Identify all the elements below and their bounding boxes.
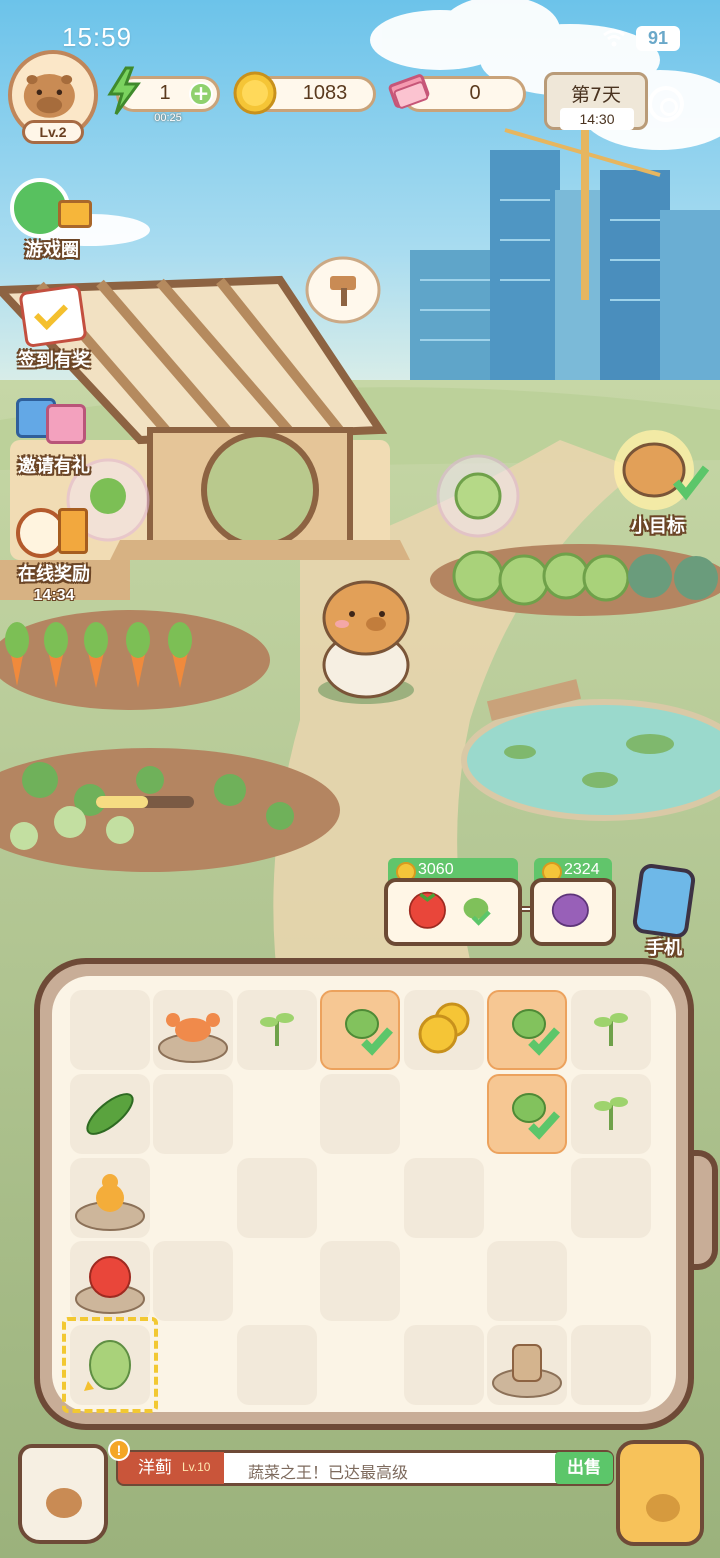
seedling-done-icon bbox=[512, 1009, 560, 1056]
sprout-icon bbox=[260, 1013, 294, 1046]
board-cell[interactable] bbox=[153, 1158, 233, 1238]
wifi-icon bbox=[603, 29, 625, 47]
board-cell[interactable] bbox=[320, 1325, 400, 1405]
seedling-done-icon bbox=[512, 1093, 560, 1140]
suitcase-storage-icon[interactable] bbox=[616, 1440, 704, 1546]
add-energy-button[interactable]: + bbox=[189, 82, 213, 106]
board-cell[interactable] bbox=[487, 1325, 567, 1405]
order-card-2[interactable] bbox=[530, 878, 616, 946]
mini-program-menu-button[interactable] bbox=[648, 86, 684, 122]
cabbage-field bbox=[430, 544, 720, 616]
battery-indicator: 91 bbox=[636, 26, 680, 51]
side-menu-label-game-circle[interactable]: 游戏圈 bbox=[2, 236, 102, 262]
board-cell[interactable] bbox=[487, 1158, 567, 1238]
board-cell[interactable] bbox=[571, 1158, 651, 1238]
board-cell[interactable] bbox=[237, 1241, 317, 1321]
side-menu-label-invite[interactable]: 邀请有礼 bbox=[4, 452, 104, 478]
board-cell[interactable] bbox=[153, 990, 233, 1070]
board-cell[interactable] bbox=[320, 990, 400, 1070]
board-cell[interactable] bbox=[153, 1325, 233, 1405]
board-cell[interactable] bbox=[237, 1325, 317, 1405]
ticket-value: 0 bbox=[469, 82, 481, 104]
board-cell[interactable] bbox=[404, 1241, 484, 1321]
board-handle bbox=[690, 1150, 718, 1270]
board-cell[interactable] bbox=[320, 1158, 400, 1238]
day-label: 第7天 bbox=[570, 84, 622, 106]
order-2-items bbox=[551, 893, 589, 927]
day-time: 14:30 bbox=[560, 108, 634, 130]
build-hint-bubble bbox=[305, 256, 381, 324]
board-cell[interactable] bbox=[404, 1074, 484, 1154]
online-reward-timer: 14:34 bbox=[33, 587, 75, 604]
board-cell[interactable] bbox=[153, 1074, 233, 1154]
board-cell[interactable] bbox=[320, 1074, 400, 1154]
board-cell[interactable] bbox=[571, 1325, 651, 1405]
board-cell[interactable] bbox=[70, 990, 150, 1070]
board-cell[interactable] bbox=[404, 1325, 484, 1405]
status-time: 15:59 bbox=[62, 22, 133, 52]
board-cell[interactable] bbox=[70, 1074, 150, 1154]
board-cell[interactable] bbox=[320, 1241, 400, 1321]
board-cell[interactable] bbox=[487, 1241, 567, 1321]
selection-frame bbox=[62, 1317, 158, 1413]
board-cell[interactable] bbox=[404, 1158, 484, 1238]
board-cell[interactable] bbox=[487, 990, 567, 1070]
capybara-emblem-icon bbox=[46, 1488, 82, 1518]
order-card-1[interactable] bbox=[384, 878, 522, 946]
gift-box-icon bbox=[58, 200, 92, 228]
alert-icon: ! bbox=[108, 1439, 130, 1461]
cucumber-icon bbox=[86, 1093, 134, 1135]
phone-label[interactable]: 手机 bbox=[614, 934, 714, 960]
phone-icon[interactable] bbox=[631, 862, 697, 940]
sprout-icon bbox=[594, 1013, 628, 1046]
sell-button[interactable]: 出售 bbox=[555, 1452, 613, 1484]
board-cell[interactable] bbox=[404, 990, 484, 1070]
selected-item-description: 蔬菜之王！已达最高级 bbox=[248, 1463, 409, 1482]
cabbage-bubble bbox=[436, 454, 520, 538]
crab-icon bbox=[158, 1013, 228, 1063]
sprout-icon bbox=[594, 1097, 628, 1130]
carrot-field bbox=[0, 610, 270, 710]
coin-value: 1083 bbox=[302, 82, 348, 104]
board-cell[interactable] bbox=[237, 990, 317, 1070]
capybara-emblem-icon bbox=[646, 1494, 680, 1522]
seed-bag-icon[interactable] bbox=[18, 1444, 108, 1544]
goal-label[interactable]: 小目标 bbox=[608, 512, 708, 538]
onion-icon bbox=[551, 893, 589, 927]
pear-icon bbox=[75, 1174, 145, 1231]
board-cell[interactable] bbox=[571, 990, 651, 1070]
board-cell[interactable] bbox=[70, 1241, 150, 1321]
reward-gift-icon bbox=[58, 508, 88, 554]
board-cell[interactable] bbox=[571, 1074, 651, 1154]
energy-timer: 00:25 bbox=[154, 112, 182, 124]
tomato-icon bbox=[75, 1256, 145, 1314]
player-level-badge: Lv.2 bbox=[22, 120, 84, 144]
side-menu-label-online-reward[interactable]: 在线奖励 bbox=[4, 560, 104, 586]
side-menu-label-checkin[interactable]: 签到有奖 bbox=[4, 346, 104, 372]
selected-item-level: Lv.10 bbox=[182, 1460, 211, 1474]
pink-gift-icon bbox=[46, 404, 86, 444]
board-cell[interactable] bbox=[70, 1158, 150, 1238]
seedling-done-icon bbox=[345, 1009, 393, 1056]
board-cell[interactable] bbox=[237, 1074, 317, 1154]
board-cell[interactable] bbox=[153, 1241, 233, 1321]
order-1-items bbox=[408, 891, 491, 929]
board-cell[interactable] bbox=[237, 1158, 317, 1238]
tree-stump-icon bbox=[492, 1344, 562, 1398]
board-cell[interactable] bbox=[487, 1074, 567, 1154]
board-cell[interactable] bbox=[571, 1241, 651, 1321]
coin-stack-icon bbox=[418, 1002, 470, 1054]
